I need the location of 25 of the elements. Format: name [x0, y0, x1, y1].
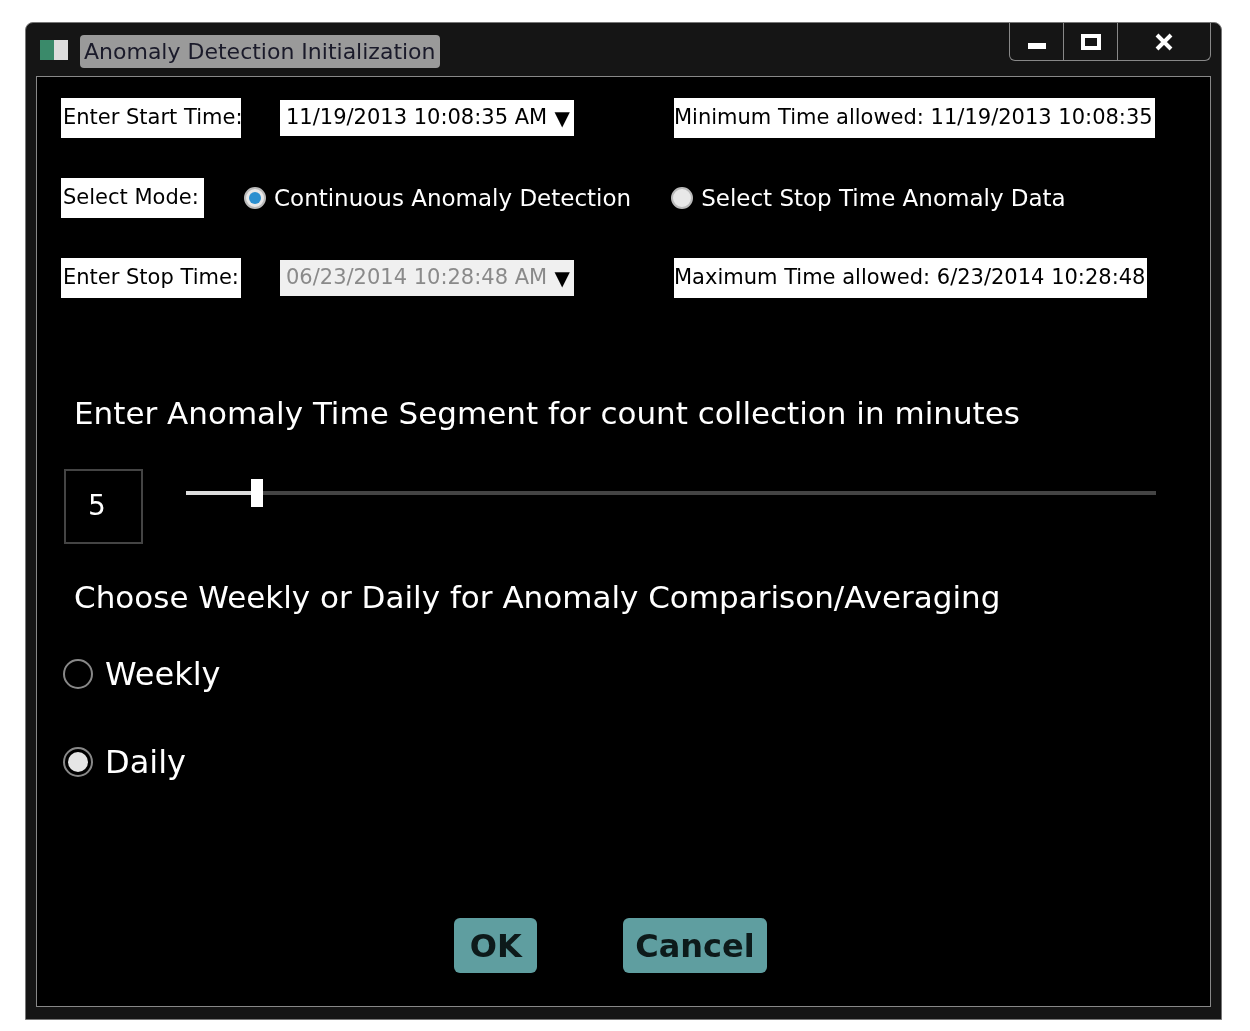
radio-button[interactable] — [63, 659, 93, 689]
radio-label: Daily — [105, 742, 186, 783]
value-box: 5 — [64, 468, 143, 544]
section-heading: Choose Weekly or Daily for Anomaly Comparison/Averaging — [74, 577, 1002, 617]
cancel-button[interactable]: Cancel — [623, 918, 767, 973]
radio-label: Select Stop Time Anomaly Data — [701, 183, 1066, 213]
ok-button[interactable]: OK — [454, 918, 538, 973]
date-picker[interactable]: 11/19/2013 10:08:35 AM ▼ — [280, 100, 574, 136]
section-heading: Enter Anomaly Time Segment for count collection in minutes — [74, 394, 1021, 433]
radio-button[interactable] — [244, 187, 266, 209]
radio-button[interactable] — [63, 747, 93, 777]
slider-thumb[interactable] — [250, 479, 263, 507]
field-label: Enter Start Time: — [61, 98, 241, 138]
radio-button[interactable] — [671, 187, 694, 209]
close-icon — [1154, 32, 1174, 51]
time-limit-label: Maximum Time allowed: 6/23/2014 10:28:48 — [674, 258, 1148, 298]
app-icon — [40, 40, 68, 60]
radio-label: Weekly — [105, 654, 221, 695]
window-title: Anomaly Detection Initialization — [80, 35, 440, 68]
field-label: Select Mode: — [61, 178, 204, 218]
slider-track[interactable] — [186, 479, 1156, 507]
time-limit-label: Minimum Time allowed: 11/19/2013 10:08:35 — [674, 98, 1155, 138]
radio-label: Continuous Anomaly Detection — [274, 183, 632, 213]
dropdown-arrow-icon[interactable]: ▼ — [554, 103, 574, 133]
field-label: Enter Stop Time: — [61, 258, 241, 298]
